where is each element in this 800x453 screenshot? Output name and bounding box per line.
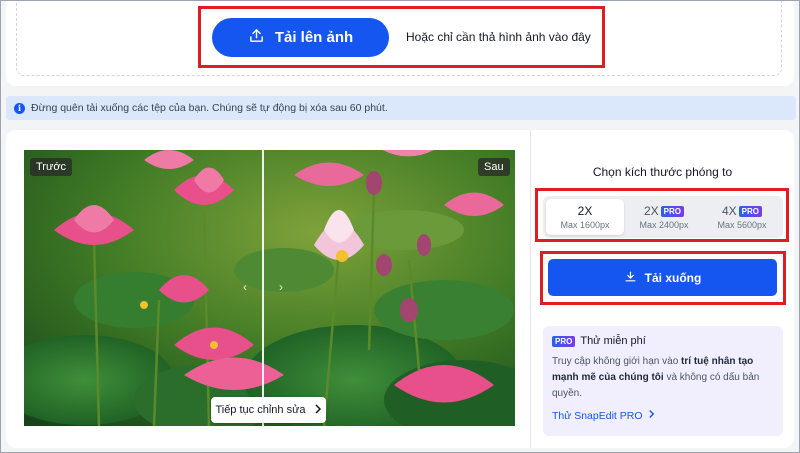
try-pro-label: Thử SnapEdit PRO <box>552 409 643 422</box>
pro-trial-card: PRO Thử miễn phí Truy cập không giới hạn… <box>543 326 783 436</box>
pro-badge: PRO <box>552 335 576 347</box>
info-icon: i <box>14 102 25 114</box>
pro-trial-description: Truy cập không giới hạn vào trí tuệ nhân… <box>552 354 774 402</box>
pro-badge: PRO <box>738 205 763 217</box>
upload-image-button[interactable]: Tải lên ảnh <box>212 18 389 57</box>
scale-label: 2X <box>577 204 593 218</box>
scale-label: 4X <box>721 204 737 218</box>
chevron-right-icon <box>648 409 655 422</box>
upload-button-label: Tải lên ảnh <box>274 29 354 46</box>
scale-max-size: Max 5600px <box>717 220 767 230</box>
scale-option-4x-pro[interactable]: 4X PRO Max 5600px <box>703 199 781 235</box>
pro-badge: PRO <box>660 205 685 217</box>
download-button[interactable]: Tải xuống <box>548 259 777 296</box>
continue-editing-button[interactable]: Tiếp tục chỉnh sửa <box>211 397 326 423</box>
pro-trial-title: Thử miễn phí <box>580 335 646 347</box>
upload-icon <box>248 27 265 48</box>
scale-max-size: Max 1600px <box>560 220 610 230</box>
scale-label: 2X <box>643 204 659 218</box>
continue-editing-label: Tiếp tục chỉnh sửa <box>215 404 306 416</box>
slider-arrows-icon[interactable]: ‹ › <box>243 280 283 294</box>
scale-panel-title: Chọn kích thước phóng to <box>592 165 733 179</box>
scale-option-2x[interactable]: 2X Max 1600px <box>546 199 624 235</box>
download-icon <box>624 270 637 286</box>
download-label: Tải xuống <box>644 270 702 285</box>
chevron-right-icon <box>314 403 322 417</box>
notice-text: Đừng quên tải xuống các tệp của bạn. Chú… <box>31 102 388 114</box>
before-label: Trước <box>30 158 73 176</box>
scale-option-2x-pro[interactable]: 2X PRO Max 2400px <box>625 199 703 235</box>
auto-delete-notice: i Đừng quên tải xuống các tệp của bạn. C… <box>6 96 796 120</box>
after-label: Sau <box>478 158 510 176</box>
scale-max-size: Max 2400px <box>639 220 689 230</box>
pro-desc-text: Truy cập không giới hạn vào <box>552 356 682 367</box>
try-pro-link[interactable]: Thử SnapEdit PRO <box>552 409 774 422</box>
drop-hint-text: Hoặc chỉ cần thả hình ảnh vào đây <box>406 30 591 44</box>
